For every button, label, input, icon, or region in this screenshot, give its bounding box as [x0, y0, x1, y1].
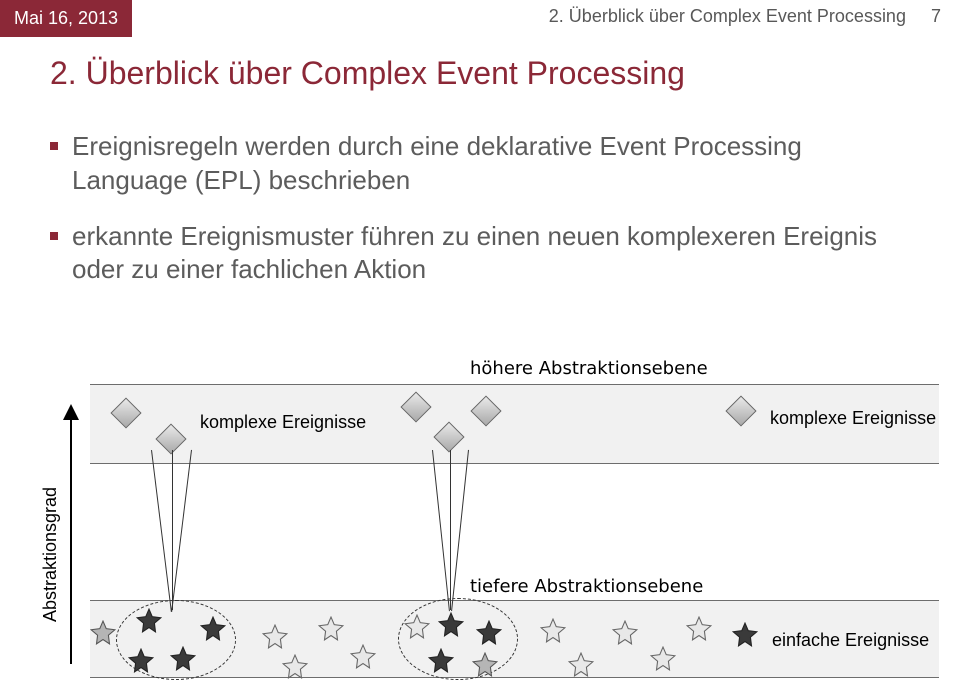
lower-level-label: tiefere Abstraktionsebene	[470, 576, 703, 597]
star-icon	[568, 652, 594, 678]
star-icon	[438, 612, 464, 638]
star-icon	[686, 616, 712, 642]
star-icon	[128, 648, 154, 674]
star-icon	[136, 608, 162, 634]
bullet-text: erkannte Ereignismuster führen zu einen …	[72, 220, 909, 288]
star-icon	[476, 620, 502, 646]
connector-line	[151, 450, 172, 612]
header-date-bar: Mai 16, 2013	[0, 0, 132, 37]
bullet-marker-icon	[50, 142, 58, 150]
connector-line	[451, 450, 469, 611]
star-icon	[404, 614, 430, 640]
star-icon	[350, 644, 376, 670]
header-section-text: 2. Überblick über Complex Event Processi…	[549, 6, 906, 26]
axis-arrow-icon	[60, 404, 82, 664]
star-icon	[282, 654, 308, 680]
star-icon	[90, 620, 116, 646]
star-icon	[170, 646, 196, 672]
star-icon	[262, 624, 288, 650]
star-icon	[612, 620, 638, 646]
bullet-marker-icon	[50, 232, 58, 240]
higher-level-label: höhere Abstraktionsebene	[470, 358, 708, 379]
page-title: 2. Überblick über Complex Event Processi…	[50, 55, 685, 92]
bullet-item: erkannte Ereignismuster führen zu einen …	[50, 220, 909, 288]
bullet-item: Ereignisregeln werden durch eine deklara…	[50, 130, 909, 198]
connector-line	[450, 450, 451, 610]
star-icon	[650, 646, 676, 672]
star-icon	[318, 616, 344, 642]
header-page: 7	[931, 6, 941, 26]
axis-label: Abstraktionsgrad	[40, 487, 61, 622]
header-section: 2. Überblick über Complex Event Processi…	[549, 6, 941, 27]
star-icon	[200, 616, 226, 642]
connector-line	[171, 450, 192, 612]
header-date: Mai 16, 2013	[14, 8, 118, 28]
abstraction-diagram: höhere Abstraktionsebene komplexe Ereign…	[20, 358, 939, 678]
bullet-text: Ereignisregeln werden durch eine deklara…	[72, 130, 909, 198]
complex-events-left-label: komplexe Ereignisse	[200, 412, 366, 433]
connector-line	[432, 450, 450, 611]
star-icon	[540, 618, 566, 644]
star-icon	[472, 652, 498, 678]
connector-line	[172, 450, 173, 610]
star-icon	[732, 622, 758, 648]
complex-events-right-label: komplexe Ereignisse	[770, 408, 936, 429]
bullet-list: Ereignisregeln werden durch eine deklara…	[50, 130, 909, 309]
star-icon	[428, 648, 454, 674]
simple-events-label: einfache Ereignisse	[772, 630, 929, 651]
